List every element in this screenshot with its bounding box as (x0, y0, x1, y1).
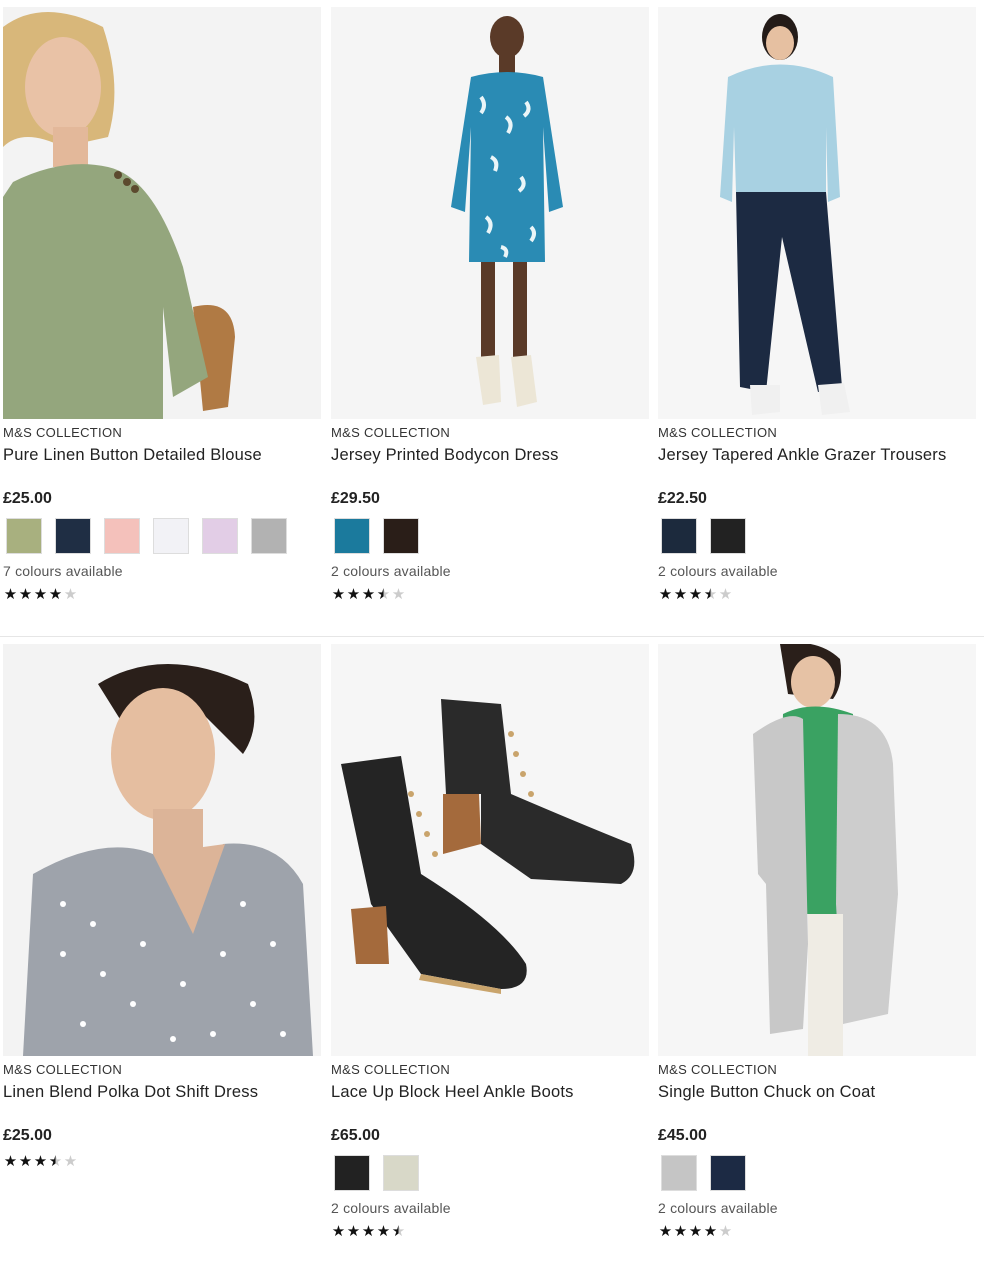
colour-swatch[interactable] (334, 518, 370, 554)
product-title[interactable]: Linen Blend Polka Dot Shift Dress (3, 1082, 321, 1124)
half-star-icon: ★ (703, 586, 718, 603)
product-card[interactable]: M&S COLLECTION Pure Linen Button Detaile… (3, 7, 321, 604)
colour-swatch[interactable] (710, 518, 746, 554)
product-title[interactable]: Jersey Tapered Ankle Grazer Trousers (658, 445, 976, 487)
colours-available: 7 colours available (3, 563, 123, 579)
product-brand: M&S COLLECTION (3, 1062, 123, 1077)
colour-swatch[interactable] (383, 518, 419, 554)
star-icon: ★ (688, 1223, 703, 1240)
product-brand: M&S COLLECTION (658, 425, 778, 440)
star-rating[interactable]: ★ ★ ★ ★ ★ (3, 1153, 321, 1171)
colours-available: 2 colours available (658, 1200, 778, 1216)
star-icon: ★ (376, 1223, 391, 1240)
half-star-icon: ★ (48, 1153, 63, 1170)
star-icon: ★ (658, 1223, 673, 1240)
star-icon: ★ (718, 1223, 733, 1240)
product-grid: M&S COLLECTION Pure Linen Button Detaile… (0, 0, 984, 1273)
star-icon: ★ (3, 586, 18, 603)
product-title[interactable]: Pure Linen Button Detailed Blouse (3, 445, 321, 487)
star-rating[interactable]: ★ ★ ★ ★ ★ (331, 1223, 649, 1241)
product-image[interactable] (658, 644, 976, 1056)
product-title[interactable]: Single Button Chuck on Coat (658, 1082, 976, 1124)
product-brand: M&S COLLECTION (331, 425, 451, 440)
colour-swatch[interactable] (251, 518, 287, 554)
product-card[interactable]: M&S COLLECTION Single Button Chuck on Co… (658, 644, 976, 1241)
colour-swatch[interactable] (383, 1155, 419, 1191)
colours-available: 2 colours available (331, 563, 451, 579)
star-icon: ★ (3, 1153, 18, 1170)
star-icon: ★ (18, 1153, 33, 1170)
product-title[interactable]: Jersey Printed Bodycon Dress (331, 445, 649, 487)
product-row: M&S COLLECTION Linen Blend Polka Dot Shi… (0, 636, 984, 1273)
star-icon: ★ (391, 586, 406, 603)
colour-swatch[interactable] (334, 1155, 370, 1191)
product-price: £65.00 (331, 1127, 380, 1144)
colour-swatch[interactable] (710, 1155, 746, 1191)
colour-swatches (661, 518, 976, 554)
product-card[interactable]: M&S COLLECTION Jersey Tapered Ankle Graz… (658, 7, 976, 604)
star-icon: ★ (331, 586, 346, 603)
half-star-icon: ★ (391, 1223, 406, 1240)
half-star-icon: ★ (376, 586, 391, 603)
colour-swatches (334, 518, 649, 554)
star-icon: ★ (361, 1223, 376, 1240)
product-title[interactable]: Lace Up Block Heel Ankle Boots (331, 1082, 649, 1124)
product-price: £29.50 (331, 490, 380, 507)
product-brand: M&S COLLECTION (331, 1062, 451, 1077)
product-brand: M&S COLLECTION (658, 1062, 778, 1077)
colour-swatches (661, 1155, 976, 1191)
star-icon: ★ (33, 586, 48, 603)
colour-swatch[interactable] (661, 1155, 697, 1191)
star-icon: ★ (718, 586, 733, 603)
star-rating[interactable]: ★ ★ ★ ★ ★ (3, 586, 321, 604)
star-icon: ★ (18, 586, 33, 603)
product-card[interactable]: M&S COLLECTION Linen Blend Polka Dot Shi… (3, 644, 321, 1171)
product-image[interactable] (658, 7, 976, 419)
product-image[interactable] (331, 644, 649, 1056)
colour-swatch[interactable] (55, 518, 91, 554)
colours-available: 2 colours available (331, 1200, 451, 1216)
product-card[interactable]: M&S COLLECTION Lace Up Block Heel Ankle … (331, 644, 649, 1241)
star-icon: ★ (361, 586, 376, 603)
star-icon: ★ (346, 586, 361, 603)
star-icon: ★ (63, 586, 78, 603)
product-image[interactable] (3, 644, 321, 1056)
product-brand: M&S COLLECTION (3, 425, 123, 440)
product-image[interactable] (331, 7, 649, 419)
star-icon: ★ (48, 586, 63, 603)
star-rating[interactable]: ★ ★ ★ ★ ★ (658, 586, 976, 604)
star-icon: ★ (331, 1223, 346, 1240)
product-row: M&S COLLECTION Pure Linen Button Detaile… (0, 0, 984, 636)
product-price: £25.00 (3, 490, 52, 507)
product-price: £45.00 (658, 1127, 707, 1144)
product-image[interactable] (3, 7, 321, 419)
star-icon: ★ (658, 586, 673, 603)
product-card[interactable]: M&S COLLECTION Jersey Printed Bodycon Dr… (331, 7, 649, 604)
star-icon: ★ (63, 1153, 78, 1170)
colour-swatch[interactable] (202, 518, 238, 554)
star-icon: ★ (703, 1223, 718, 1240)
product-price: £22.50 (658, 490, 707, 507)
star-icon: ★ (688, 586, 703, 603)
colour-swatches (6, 518, 321, 554)
star-icon: ★ (673, 1223, 688, 1240)
star-icon: ★ (673, 586, 688, 603)
colour-swatch[interactable] (153, 518, 189, 554)
star-rating[interactable]: ★ ★ ★ ★ ★ (658, 1223, 976, 1241)
star-icon: ★ (346, 1223, 361, 1240)
colour-swatches (334, 1155, 649, 1191)
colours-available: 2 colours available (658, 563, 778, 579)
star-icon: ★ (33, 1153, 48, 1170)
colour-swatch[interactable] (6, 518, 42, 554)
product-price: £25.00 (3, 1127, 52, 1144)
colour-swatch[interactable] (104, 518, 140, 554)
colour-swatch[interactable] (661, 518, 697, 554)
star-rating[interactable]: ★ ★ ★ ★ ★ (331, 586, 649, 604)
